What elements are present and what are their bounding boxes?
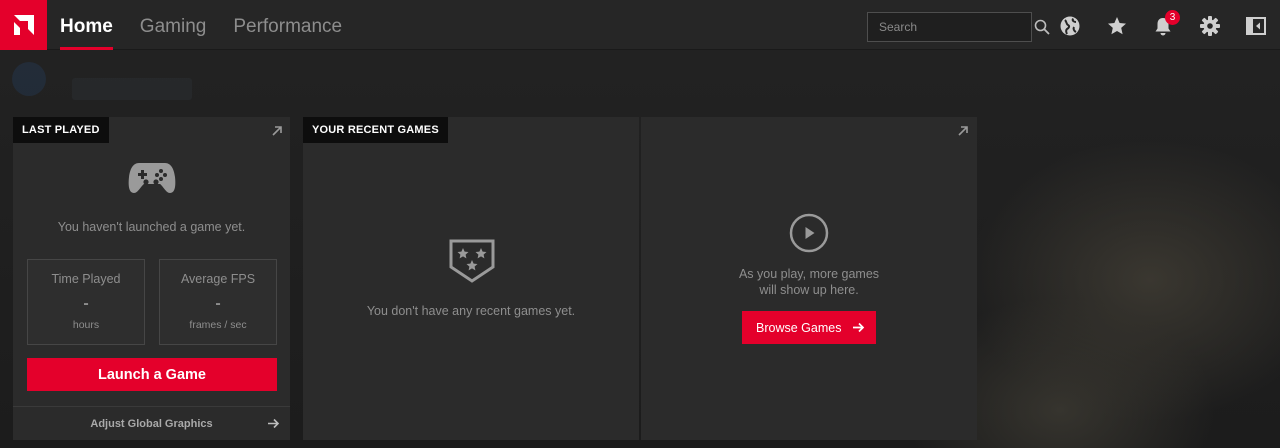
recent-games-panel: YOUR RECENT GAMES You don't have any rec… [303, 117, 639, 440]
globe-icon[interactable] [1058, 14, 1082, 38]
expand-arrow-icon[interactable] [270, 124, 284, 138]
stat-value: - [83, 295, 89, 312]
play-circle-icon [789, 213, 829, 258]
stat-unit: hours [72, 319, 100, 331]
adjust-global-graphics-label: Adjust Global Graphics [90, 417, 213, 430]
last-played-empty-message: You haven't launched a game yet. [57, 220, 246, 234]
recent-games-hint-panel: As you play, more games will show up her… [641, 117, 977, 440]
tab-gaming[interactable]: Gaming [140, 0, 207, 50]
hint-line-2: will show up here. [759, 283, 859, 297]
background-text-blur [72, 78, 192, 100]
layout-toggle-icon[interactable] [1244, 14, 1268, 38]
shield-stars-icon [448, 239, 496, 288]
main-nav: Home Gaming Performance [60, 0, 369, 50]
recent-games-tag: YOUR RECENT GAMES [303, 117, 448, 143]
notification-badge: 3 [1165, 10, 1180, 25]
star-icon[interactable] [1105, 14, 1129, 38]
tab-home[interactable]: Home [60, 0, 113, 50]
browse-games-button[interactable]: Browse Games [742, 311, 876, 344]
background-avatar-blur [12, 62, 46, 96]
search-box [867, 12, 1050, 42]
tab-performance[interactable]: Performance [233, 0, 342, 50]
stat-value: - [215, 295, 221, 312]
time-played-stat: Time Played - hours [27, 259, 145, 345]
recent-games-hint: As you play, more games will show up her… [641, 266, 977, 298]
gamepad-icon [127, 160, 177, 201]
amd-logo-icon[interactable] [0, 0, 47, 50]
stat-title: Time Played [51, 272, 121, 286]
arrow-right-icon [267, 417, 280, 433]
browse-games-label: Browse Games [756, 320, 842, 335]
average-fps-stat: Average FPS - frames / sec [159, 259, 277, 345]
hint-line-1: As you play, more games [738, 267, 880, 281]
recent-games-empty-message: You don't have any recent games yet. [366, 304, 576, 318]
launch-game-button[interactable]: Launch a Game [27, 358, 277, 391]
gear-icon[interactable] [1198, 14, 1222, 38]
top-bar: Home Gaming Performance [0, 0, 1280, 50]
last-played-tag: LAST PLAYED [13, 117, 109, 143]
expand-arrow-icon[interactable] [956, 124, 970, 138]
stat-title: Average FPS [180, 272, 256, 286]
search-input[interactable] [868, 20, 1034, 34]
adjust-global-graphics-link[interactable]: Adjust Global Graphics [13, 406, 290, 440]
stat-unit: frames / sec [189, 319, 247, 331]
search-icon[interactable] [1034, 19, 1050, 35]
arrow-right-icon [852, 321, 865, 337]
